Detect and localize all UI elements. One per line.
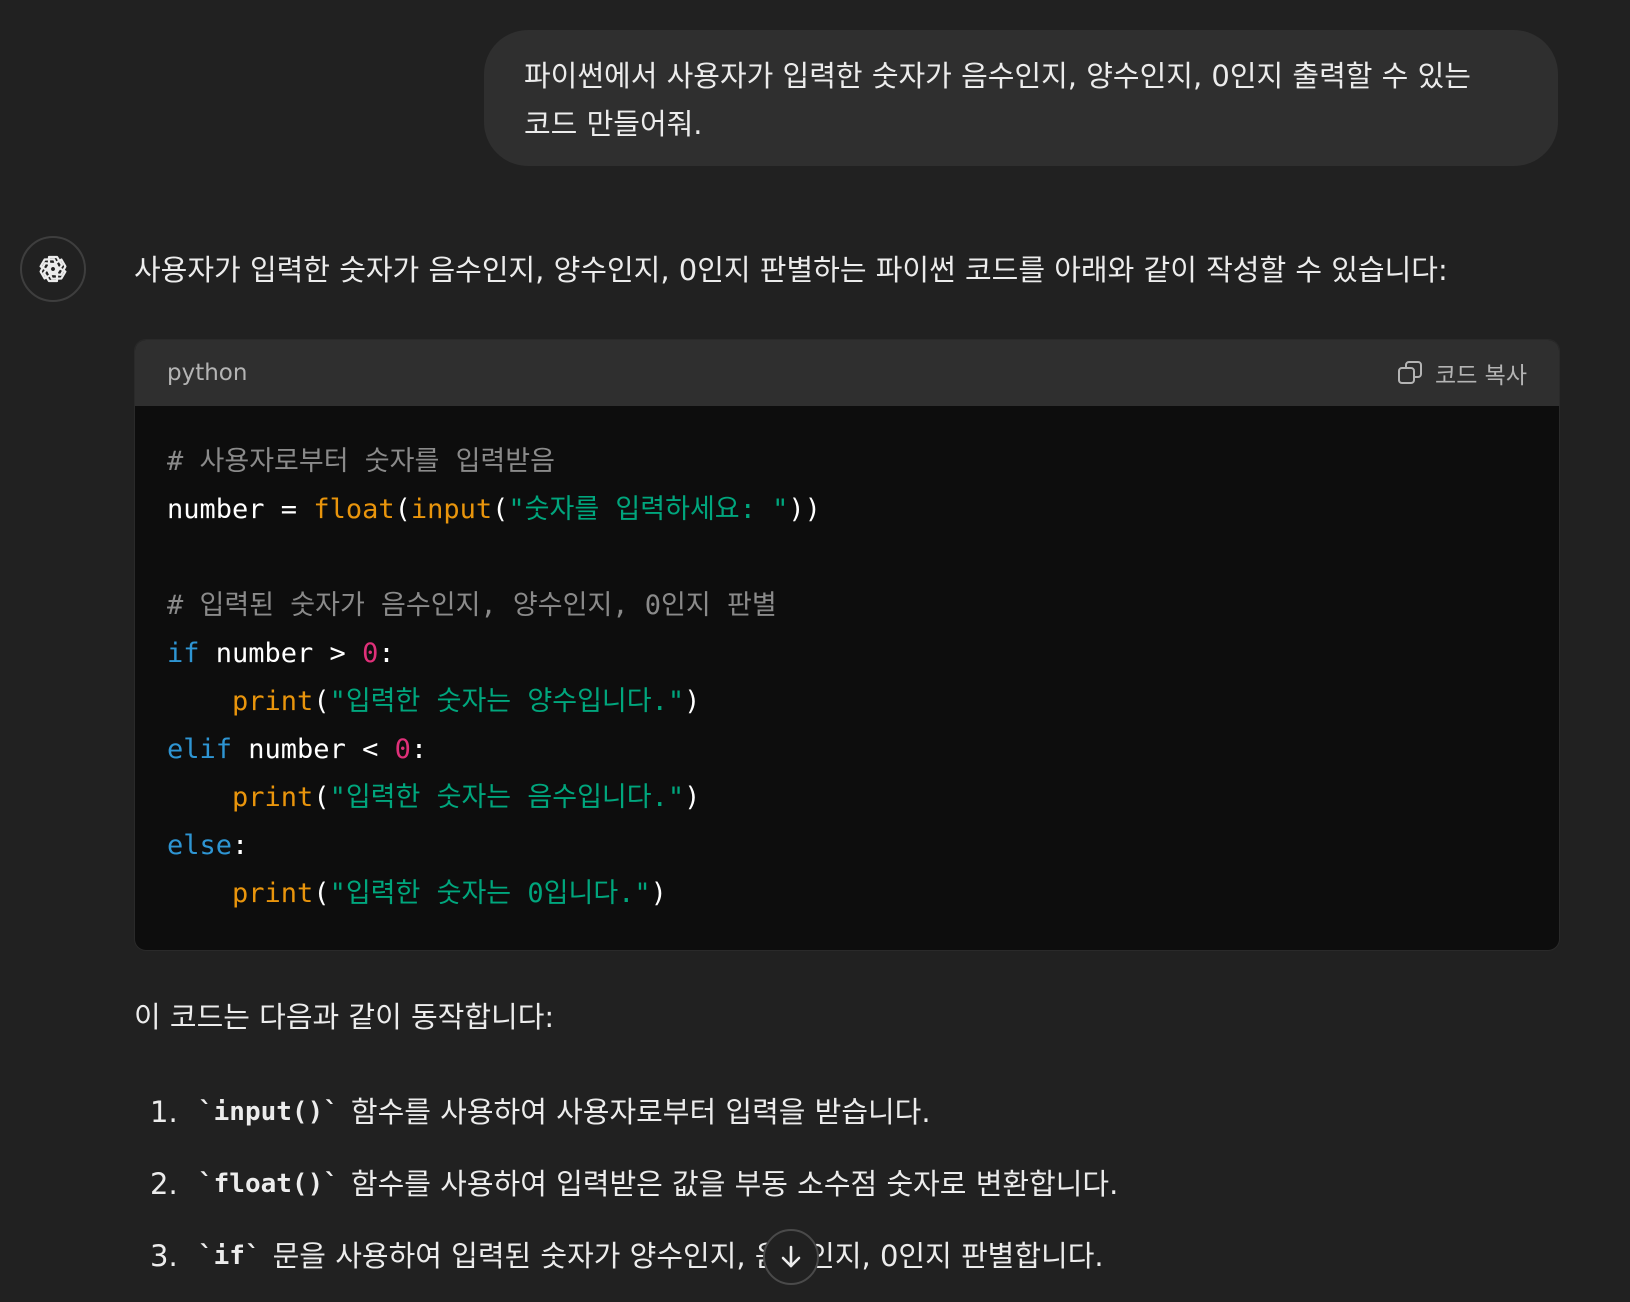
steps-list: 1. `input()` 함수를 사용하여 사용자로부터 입력을 받습니다. 2… bbox=[150, 1090, 1118, 1302]
user-message-bubble: 파이썬에서 사용자가 입력한 숫자가 음수인지, 양수인지, 0인지 출력할 수… bbox=[484, 30, 1558, 166]
code-line-9: else: bbox=[167, 830, 249, 861]
code-block-header: python 코드 복사 bbox=[135, 340, 1559, 406]
explanation-heading: 이 코드는 다음과 같이 동작합니다: bbox=[134, 1000, 555, 1034]
copy-icon bbox=[1398, 361, 1423, 384]
inline-code: `float()` bbox=[198, 1169, 339, 1199]
code-language-label: python bbox=[167, 360, 248, 386]
code-line-5: if number > 0: bbox=[167, 638, 395, 669]
assistant-intro-text: 사용자가 입력한 숫자가 음수인지, 양수인지, 0인지 판별하는 파이썬 코드… bbox=[134, 253, 1448, 287]
copy-code-label: 코드 복사 bbox=[1435, 363, 1527, 389]
code-line-2: number = float(input("숫자를 입력하세요: ")) bbox=[167, 494, 821, 525]
code-block: python 코드 복사 # 사용자로부터 숫자를 입력받음 number = f… bbox=[134, 339, 1560, 951]
inline-code: `input()` bbox=[198, 1097, 339, 1127]
code-line-8: print("입력한 숫자는 음수입니다.") bbox=[232, 782, 701, 813]
list-item: 1. `input()` 함수를 사용하여 사용자로부터 입력을 받습니다. bbox=[150, 1090, 1118, 1162]
scroll-to-bottom-button[interactable] bbox=[763, 1229, 819, 1285]
list-item: 2. `float()` 함수를 사용하여 입력받은 값을 부동 소수점 숫자로… bbox=[150, 1162, 1118, 1234]
code-body: # 사용자로부터 숫자를 입력받음 number = float(input("숫… bbox=[135, 406, 1559, 918]
code-line-4: # 입력된 숫자가 음수인지, 양수인지, 0인지 판별 bbox=[167, 590, 777, 621]
openai-logo-icon bbox=[39, 255, 67, 283]
user-message-line-2: 코드 만들어줘. bbox=[524, 107, 703, 141]
code-line-7: elif number < 0: bbox=[167, 734, 428, 765]
list-item: 3. `if` 문을 사용하여 입력된 숫자가 양수인지, 음수인지, 0인지 … bbox=[150, 1234, 1118, 1302]
code-line-10: print("입력한 숫자는 0입니다.") bbox=[232, 878, 667, 909]
arrow-down-icon bbox=[781, 1245, 801, 1268]
user-message-line-1: 파이썬에서 사용자가 입력한 숫자가 음수인지, 양수인지, 0인지 출력할 수… bbox=[524, 59, 1471, 93]
inline-code: `if` bbox=[198, 1241, 261, 1271]
code-line-6: print("입력한 숫자는 양수입니다.") bbox=[232, 686, 701, 717]
copy-code-button[interactable]: 코드 복사 bbox=[1397, 356, 1527, 390]
code-line-1: # 사용자로부터 숫자를 입력받음 bbox=[167, 446, 555, 477]
assistant-avatar bbox=[20, 236, 86, 302]
